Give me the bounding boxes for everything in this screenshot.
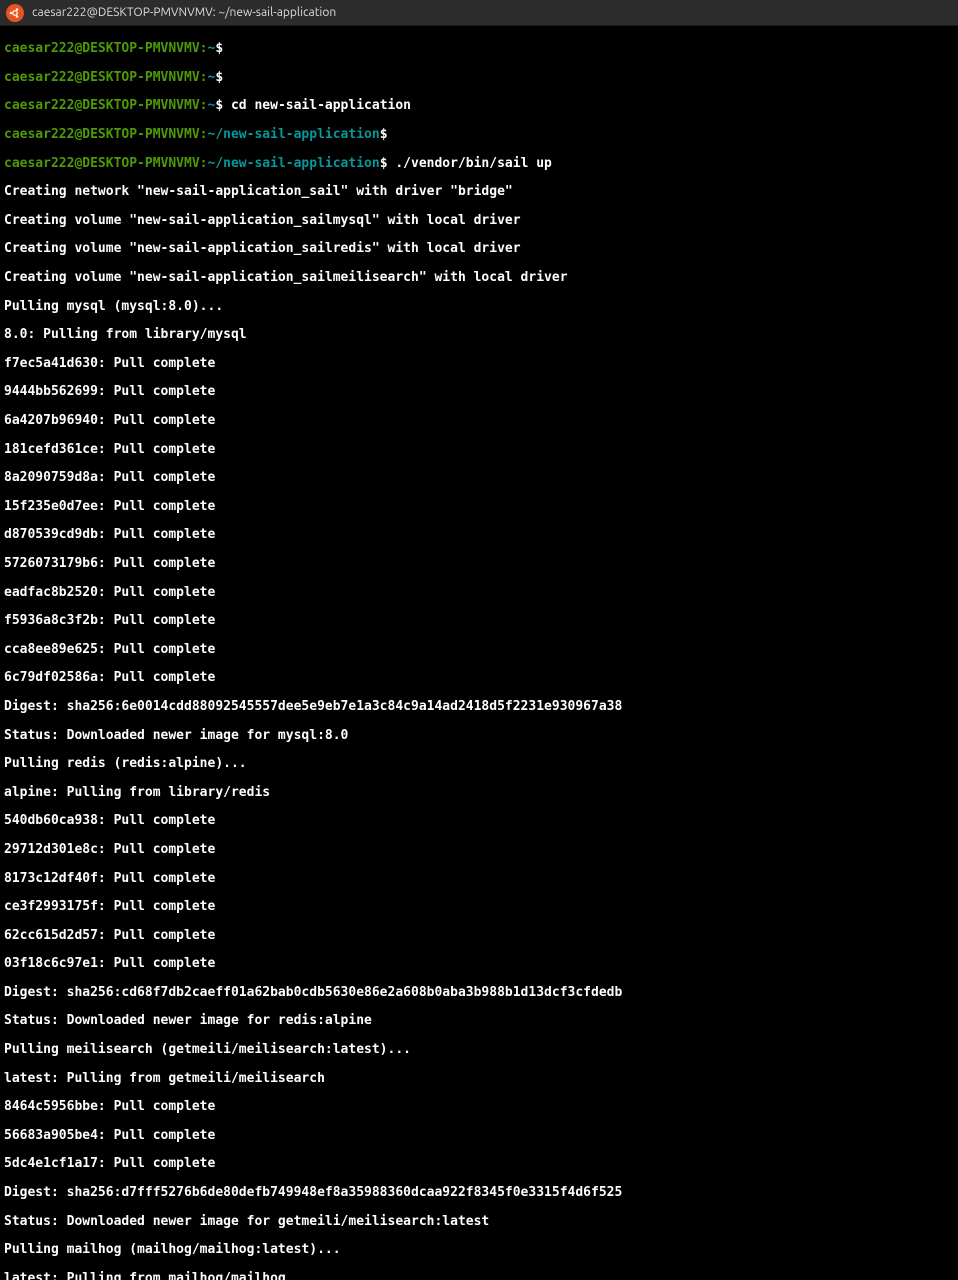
output-line: Pulling mailhog (mailhog/mailhog:latest)… — [4, 1243, 954, 1257]
output-line: Status: Downloaded newer image for redis… — [4, 1014, 954, 1028]
cmd-sail-up: ./vendor/bin/sail up — [388, 156, 552, 171]
output-line: Creating volume "new-sail-application_sa… — [4, 242, 954, 256]
output-line: 03f18c6c97e1: Pull complete — [4, 957, 954, 971]
output-line: Pulling meilisearch (getmeili/meilisearc… — [4, 1043, 954, 1057]
output-line: 56683a905be4: Pull complete — [4, 1129, 954, 1143]
terminal-content[interactable]: caesar222@DESKTOP-PMVNVMV:~$ caesar222@D… — [0, 26, 958, 1280]
output-line: 540db60ca938: Pull complete — [4, 814, 954, 828]
output-line: latest: Pulling from mailhog/mailhog — [4, 1272, 954, 1280]
output-line: 8173c12df40f: Pull complete — [4, 872, 954, 886]
output-line: Status: Downloaded newer image for getme… — [4, 1215, 954, 1229]
prompt-line: caesar222@DESKTOP-PMVNVMV:~/new-sail-app… — [4, 157, 954, 171]
output-line: eadfac8b2520: Pull complete — [4, 586, 954, 600]
cmd-cd: cd new-sail-application — [223, 98, 411, 113]
output-line: Creating volume "new-sail-application_sa… — [4, 214, 954, 228]
output-line: 29712d301e8c: Pull complete — [4, 843, 954, 857]
output-line: 8a2090759d8a: Pull complete — [4, 471, 954, 485]
output-line: cca8ee89e625: Pull complete — [4, 643, 954, 657]
output-line: Digest: sha256:cd68f7db2caeff01a62bab0cd… — [4, 986, 954, 1000]
output-line: 62cc615d2d57: Pull complete — [4, 929, 954, 943]
output-line: latest: Pulling from getmeili/meilisearc… — [4, 1072, 954, 1086]
user-host: caesar222@DESKTOP-PMVNVMV — [4, 41, 200, 56]
output-line: 181cefd361ce: Pull complete — [4, 443, 954, 457]
output-line: 5dc4e1cf1a17: Pull complete — [4, 1157, 954, 1171]
prompt-line: caesar222@DESKTOP-PMVNVMV:~$ cd new-sail… — [4, 99, 954, 113]
output-line: f7ec5a41d630: Pull complete — [4, 357, 954, 371]
output-line: Status: Downloaded newer image for mysql… — [4, 729, 954, 743]
prompt-line: caesar222@DESKTOP-PMVNVMV:~$ — [4, 42, 954, 56]
output-line: 15f235e0d7ee: Pull complete — [4, 500, 954, 514]
output-line: 9444bb562699: Pull complete — [4, 385, 954, 399]
ubuntu-icon — [6, 4, 24, 22]
window-titlebar: caesar222@DESKTOP-PMVNVMV: ~/new-sail-ap… — [0, 0, 958, 26]
output-line: Creating volume "new-sail-application_sa… — [4, 271, 954, 285]
output-line: d870539cd9db: Pull complete — [4, 528, 954, 542]
output-line: alpine: Pulling from library/redis — [4, 786, 954, 800]
prompt-line: caesar222@DESKTOP-PMVNVMV:~$ — [4, 71, 954, 85]
window-title: caesar222@DESKTOP-PMVNVMV: ~/new-sail-ap… — [32, 6, 336, 19]
output-line: 8464c5956bbe: Pull complete — [4, 1100, 954, 1114]
output-line: f5936a8c3f2b: Pull complete — [4, 614, 954, 628]
output-line: 6c79df02586a: Pull complete — [4, 671, 954, 685]
output-line: Digest: sha256:d7fff5276b6de80defb749948… — [4, 1186, 954, 1200]
output-line: 8.0: Pulling from library/mysql — [4, 328, 954, 342]
prompt-line: caesar222@DESKTOP-PMVNVMV:~/new-sail-app… — [4, 128, 954, 142]
output-line: Pulling redis (redis:alpine)... — [4, 757, 954, 771]
output-line: 6a4207b96940: Pull complete — [4, 414, 954, 428]
output-line: 5726073179b6: Pull complete — [4, 557, 954, 571]
output-line: Digest: sha256:6e0014cdd88092545557dee5e… — [4, 700, 954, 714]
output-line: ce3f2993175f: Pull complete — [4, 900, 954, 914]
output-line: Creating network "new-sail-application_s… — [4, 185, 954, 199]
output-line: Pulling mysql (mysql:8.0)... — [4, 300, 954, 314]
